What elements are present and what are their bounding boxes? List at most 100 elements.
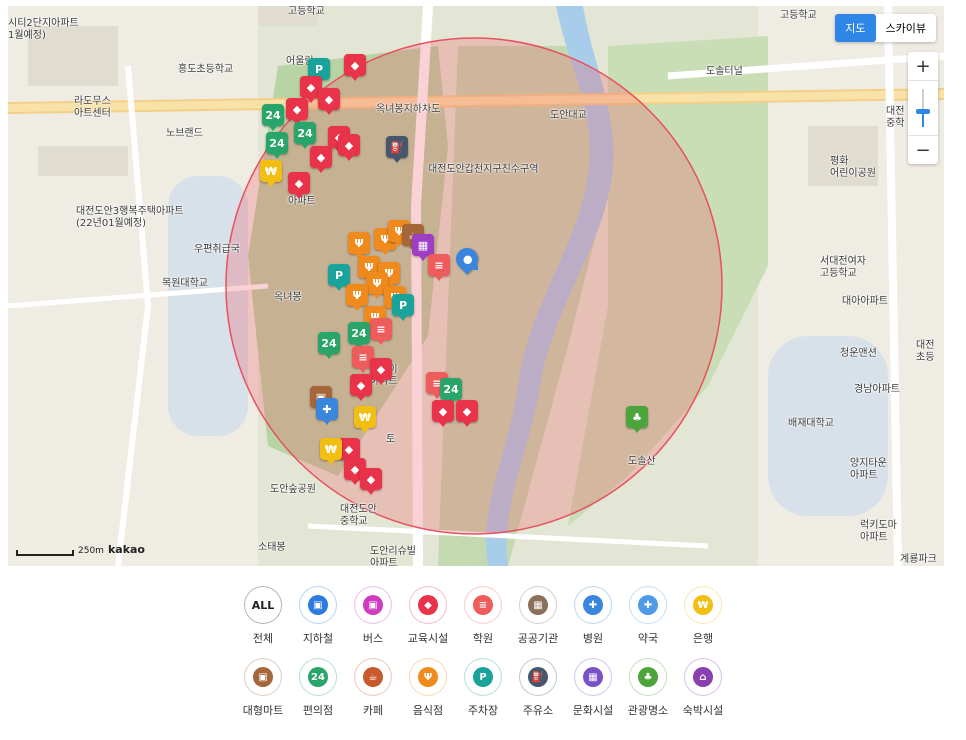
- map-label-l25: 배재대학교: [788, 418, 834, 429]
- map-label-l13: 대전도안갑천지구친수구역: [428, 164, 539, 175]
- school-marker[interactable]: ◆: [288, 172, 310, 199]
- zoom-control[interactable]: + −: [908, 52, 938, 164]
- category-주유소[interactable]: ⛽ 주유소: [516, 658, 561, 718]
- map-label-l6: 도솔터널: [706, 66, 743, 77]
- category-지하철[interactable]: ▣ 지하철: [296, 586, 341, 646]
- convenience-marker[interactable]: 24: [266, 132, 288, 159]
- category-label: 지하철: [302, 632, 334, 645]
- pharmacy-marker[interactable]: ✚: [316, 398, 338, 425]
- category-label: 은행: [692, 632, 714, 645]
- category-은행[interactable]: ₩ 은행: [681, 586, 726, 646]
- category-카페[interactable]: ☕ 카페: [351, 658, 396, 718]
- school-marker[interactable]: ◆: [338, 134, 360, 161]
- category-label: 공공기관: [517, 632, 559, 645]
- category-학원[interactable]: ≡ 학원: [461, 586, 506, 646]
- category-문화시설[interactable]: ▦ 문화시설: [571, 658, 616, 718]
- map-canvas[interactable]: 시티2단지아파트 1월예정) 고등학교 고등학교 어울림 흥도초등학교 도솔터널 라도무스 …: [8, 6, 944, 566]
- map-label-l28: 양지타운 아파트: [850, 458, 887, 481]
- map-label-l21: 청운맨션: [840, 348, 877, 359]
- category-icon: ♣: [629, 658, 667, 696]
- convenience-marker[interactable]: 24: [294, 122, 316, 149]
- culture-marker[interactable]: ▦: [412, 234, 434, 261]
- category-교육시설[interactable]: ◆ 교육시설: [406, 586, 451, 646]
- category-label: 관광명소: [627, 704, 669, 717]
- map-label-l34: 계룡파크: [900, 554, 937, 565]
- category-icon: ⛽: [519, 658, 557, 696]
- convenience-marker[interactable]: 24: [318, 332, 340, 359]
- category-icon: ALL: [244, 586, 282, 624]
- map-label-l24: 경남아파트: [854, 384, 900, 395]
- bank-marker[interactable]: ₩: [354, 406, 376, 433]
- category-관광명소[interactable]: ♣ 관광명소: [626, 658, 671, 718]
- category-filter: ALL 전체 ▣ 지하철 ▣ 버스 ◆ 교육시설 ≡ 학원 ▦ 공공기관 ✚ 병원 ✚ 약국 ₩ 은행 ▣ 대형마트…: [0, 586, 966, 730]
- zoom-slider[interactable]: [908, 80, 938, 136]
- zoom-handle[interactable]: [916, 109, 930, 114]
- category-전체[interactable]: ALL 전체: [241, 586, 286, 646]
- restaurant-marker[interactable]: Ψ: [348, 232, 370, 259]
- category-대형마트[interactable]: ▣ 대형마트: [241, 658, 286, 718]
- category-icon: ▣: [299, 586, 337, 624]
- school-marker[interactable]: ◆: [456, 400, 478, 427]
- map-label-l3: 고등학교: [780, 10, 817, 21]
- category-숙박시설[interactable]: ⌂ 숙박시설: [681, 658, 726, 718]
- restaurant-marker[interactable]: Ψ: [346, 284, 368, 311]
- map-label-l2: 고등학교: [288, 6, 325, 17]
- map-label-l30: 대전도안 중학교: [340, 504, 377, 527]
- category-icon: ✚: [629, 586, 667, 624]
- category-공공기관[interactable]: ▦ 공공기관: [516, 586, 561, 646]
- category-병원[interactable]: ✚ 병원: [571, 586, 616, 646]
- school-marker[interactable]: ◆: [310, 146, 332, 173]
- map-label-l10: 도안대교: [550, 110, 587, 121]
- category-icon: ◆: [409, 586, 447, 624]
- map-label-l7: 라도무스 아트센터: [74, 96, 111, 119]
- convenience-marker[interactable]: 24: [262, 104, 284, 131]
- school-marker[interactable]: ◆: [344, 54, 366, 81]
- category-label: 문화시설: [572, 704, 614, 717]
- category-편의점[interactable]: 24 편의점: [296, 658, 341, 718]
- map-view-button[interactable]: 지도: [835, 14, 876, 42]
- map-label-l16: 우편취급국: [194, 244, 240, 255]
- map-label-l20: 대아아파트: [842, 296, 888, 307]
- category-label: 편의점: [302, 704, 334, 717]
- zoom-out-button[interactable]: −: [908, 136, 938, 164]
- school-marker[interactable]: ◆: [318, 88, 340, 115]
- category-icon: ▣: [244, 658, 282, 696]
- academy-marker[interactable]: ≡: [428, 254, 450, 281]
- category-음식점[interactable]: Ψ 음식점: [406, 658, 451, 718]
- category-row-1: ALL 전체 ▣ 지하철 ▣ 버스 ◆ 교육시설 ≡ 학원 ▦ 공공기관 ✚ 병원 ✚ 약국 ₩ 은행: [0, 586, 966, 646]
- category-label: 병원: [582, 632, 604, 645]
- tourist-marker[interactable]: ♣: [626, 406, 648, 433]
- convenience-marker[interactable]: 24: [440, 378, 462, 405]
- gas-marker[interactable]: ⛽: [386, 136, 408, 163]
- category-icon: ▣: [354, 586, 392, 624]
- map-label-l9: 옥녀봉지하차도: [376, 104, 441, 115]
- academy-marker[interactable]: ≡: [370, 318, 392, 345]
- map-label-l11: 대전 중학: [886, 106, 905, 129]
- map-label-l32: 소태봉: [258, 542, 286, 553]
- parking-marker[interactable]: P: [392, 294, 414, 321]
- category-label: 음식점: [412, 704, 444, 717]
- map-label-l26: 토: [386, 434, 396, 445]
- skyview-button[interactable]: 스카이뷰: [876, 14, 936, 42]
- scale-distance: 250m: [78, 546, 104, 556]
- school-marker[interactable]: ◆: [432, 400, 454, 427]
- map-label-l18: 옥녀봉: [274, 292, 302, 303]
- convenience-marker[interactable]: 24: [348, 322, 370, 349]
- category-icon: ₩: [684, 586, 722, 624]
- school-marker[interactable]: ◆: [370, 358, 392, 385]
- category-label: 교육시설: [407, 632, 449, 645]
- category-주차장[interactable]: P 주차장: [461, 658, 506, 718]
- bank-marker[interactable]: ₩: [320, 438, 342, 465]
- school-marker[interactable]: ◆: [360, 468, 382, 495]
- zoom-in-button[interactable]: +: [908, 52, 938, 80]
- school-marker[interactable]: ◆: [350, 374, 372, 401]
- map-type-toggle[interactable]: 지도 스카이뷰: [835, 14, 936, 42]
- category-label: 버스: [362, 632, 384, 645]
- category-icon: Ψ: [409, 658, 447, 696]
- bank-marker[interactable]: ₩: [260, 160, 282, 187]
- map-label-l5: 흥도초등학교: [178, 64, 234, 75]
- parking-marker[interactable]: P: [328, 264, 350, 291]
- school-marker[interactable]: ◆: [286, 98, 308, 125]
- category-버스[interactable]: ▣ 버스: [351, 586, 396, 646]
- category-약국[interactable]: ✚ 약국: [626, 586, 671, 646]
